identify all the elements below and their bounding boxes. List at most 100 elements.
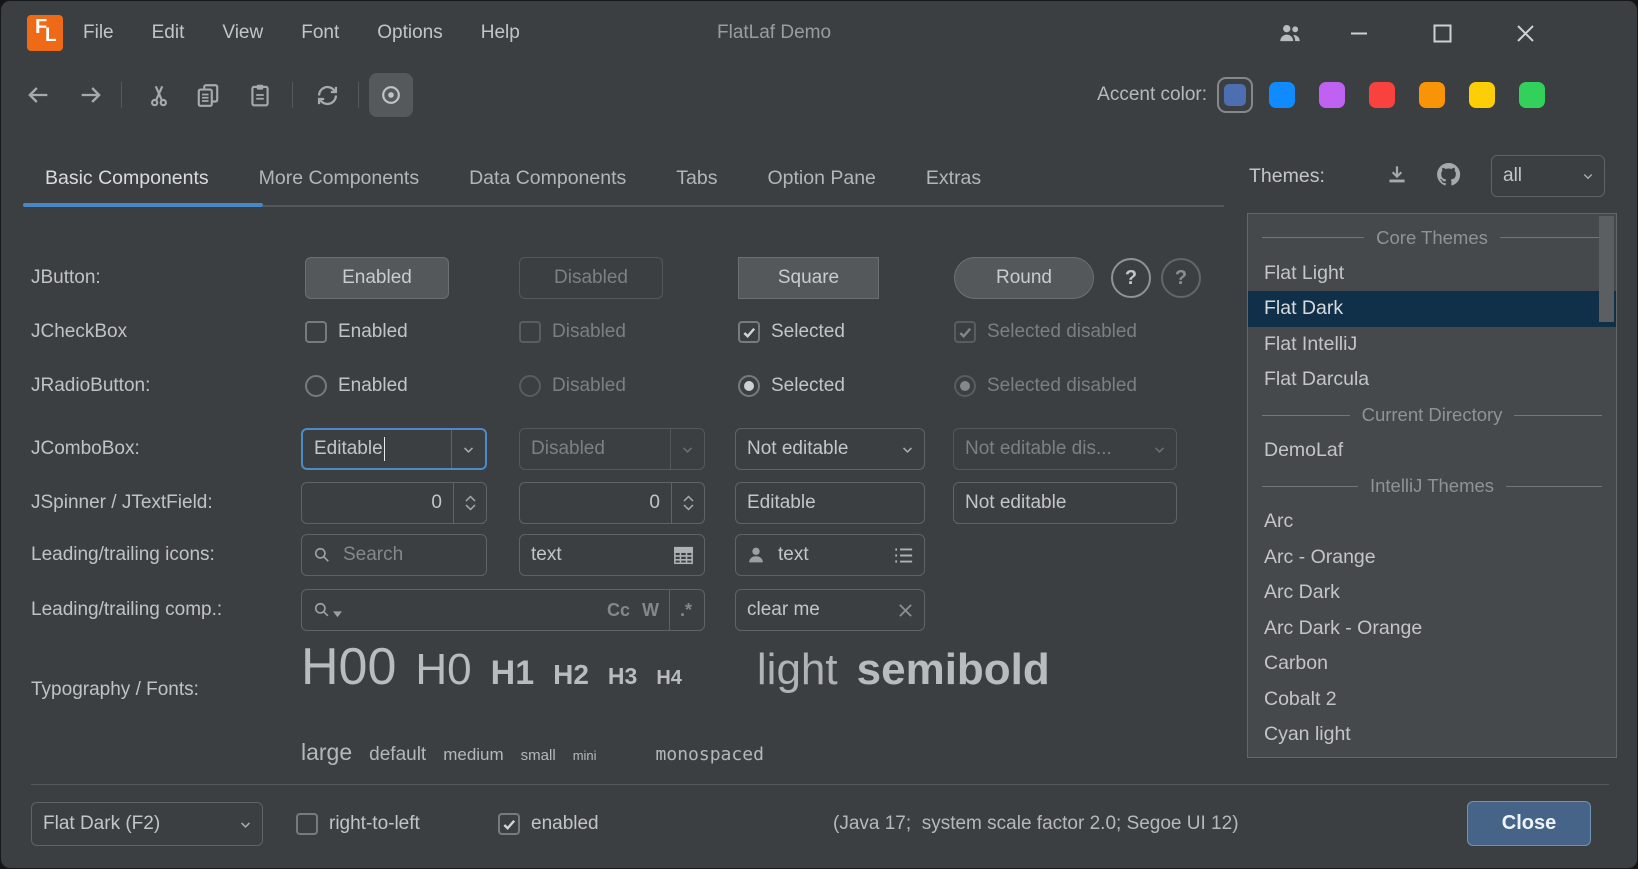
maximize-button[interactable] <box>1427 15 1457 51</box>
radio-enabled[interactable]: Enabled <box>305 365 408 407</box>
accent-swatch-red[interactable] <box>1369 82 1395 108</box>
paste-icon <box>247 82 273 108</box>
minimize-button[interactable] <box>1344 15 1374 51</box>
menu-file[interactable]: File <box>83 22 114 44</box>
search-dropdown-icon[interactable] <box>302 600 342 620</box>
theme-item-cobalt-2[interactable]: Cobalt 2 <box>1248 682 1616 718</box>
paste-button[interactable] <box>245 81 275 109</box>
clearable-text-value: clear me <box>736 599 898 621</box>
theme-item-flat-darcula[interactable]: Flat Darcula <box>1248 362 1616 398</box>
round-button[interactable]: Round <box>954 257 1094 299</box>
system-info-text: (Java 17; system scale factor 2.0; Segoe… <box>833 803 1239 845</box>
refresh-button[interactable] <box>312 81 342 109</box>
clearable-text-field[interactable]: clear me <box>735 589 925 631</box>
rtl-checkbox[interactable]: right-to-left <box>296 803 420 845</box>
spinner-buttons[interactable] <box>672 493 704 513</box>
spinner-buttons[interactable] <box>454 493 486 513</box>
close-button[interactable]: Close <box>1467 801 1591 846</box>
checkbox-enabled[interactable]: Enabled <box>305 311 408 353</box>
text-field-user-list[interactable]: text <box>735 534 925 576</box>
user-icon <box>736 544 767 566</box>
download-icon <box>1384 162 1410 188</box>
radio-label: Selected disabled <box>987 375 1137 397</box>
github-button[interactable] <box>1433 159 1463 189</box>
search-field-with-buttons[interactable]: Cc W .* <box>301 589 705 631</box>
theme-item-arc-dark-orange[interactable]: Arc Dark - Orange <box>1248 611 1616 647</box>
typography-h1: H1 <box>491 654 534 693</box>
radio-label: Enabled <box>338 375 408 397</box>
forward-button[interactable] <box>76 81 106 109</box>
checkbox-icon <box>305 321 327 343</box>
accent-swatch-orange[interactable] <box>1419 82 1445 108</box>
tab-tabs[interactable]: Tabs <box>676 167 717 190</box>
typography-h4: H4 <box>656 667 682 690</box>
enabled-button[interactable]: Enabled <box>305 257 449 299</box>
textfield-editable[interactable]: Editable <box>735 482 925 524</box>
accent-swatch-blue[interactable] <box>1269 82 1295 108</box>
jcombobox-row-label: JComboBox: <box>31 428 140 470</box>
combobox-not-editable-disabled: Not editable dis... <box>953 428 1177 470</box>
theme-item-flat-light[interactable]: Flat Light <box>1248 256 1616 292</box>
jradiobutton-row-label: JRadioButton: <box>31 365 150 407</box>
accent-swatch-default[interactable] <box>1217 77 1253 113</box>
spinner-1[interactable]: 0 <box>301 482 487 524</box>
list-icon[interactable] <box>893 546 924 565</box>
radio-selected[interactable]: Selected <box>738 365 845 407</box>
help-button[interactable]: ? <box>1111 258 1151 298</box>
jbutton-row-label: JButton: <box>31 257 101 299</box>
theme-item-arc-dark[interactable]: Arc Dark <box>1248 575 1616 611</box>
theme-item-arc[interactable]: Arc <box>1248 504 1616 540</box>
download-theme-button[interactable] <box>1383 161 1411 189</box>
clear-icon[interactable] <box>898 603 924 618</box>
users-icon[interactable] <box>1275 15 1305 51</box>
checkbox-selected[interactable]: Selected <box>738 311 845 353</box>
theme-item-arc-orange[interactable]: Arc - Orange <box>1248 540 1616 576</box>
table-icon[interactable] <box>673 546 704 565</box>
accent-swatch-yellow[interactable] <box>1469 82 1495 108</box>
help-button-disabled: ? <box>1161 258 1201 298</box>
menu-font[interactable]: Font <box>301 22 339 44</box>
theme-item-flat-dark[interactable]: Flat Dark <box>1248 291 1616 327</box>
laf-combobox[interactable]: Flat Dark (F2) <box>31 802 263 846</box>
typography-large: large <box>301 739 352 766</box>
back-button[interactable] <box>23 81 53 109</box>
accent-swatch-green[interactable] <box>1519 82 1545 108</box>
menu-help[interactable]: Help <box>481 22 520 44</box>
square-button[interactable]: Square <box>738 257 879 299</box>
tab-data-components[interactable]: Data Components <box>469 167 626 190</box>
theme-item-demolaf[interactable]: DemoLaf <box>1248 433 1616 469</box>
menu-options[interactable]: Options <box>377 22 442 44</box>
spinner-2[interactable]: 0 <box>519 482 705 524</box>
theme-item-dark-flat[interactable]: Dark Flat <box>1248 753 1616 759</box>
accent-swatch-purple[interactable] <box>1319 82 1345 108</box>
combobox-editable[interactable]: Editable <box>301 428 487 470</box>
close-window-button[interactable] <box>1510 15 1540 51</box>
whole-word-button[interactable]: W <box>642 600 659 621</box>
scrollbar-thumb[interactable] <box>1599 216 1614 322</box>
cut-button[interactable] <box>144 81 174 109</box>
combobox-not-editable[interactable]: Not editable <box>735 428 925 470</box>
spinner-value: 0 <box>302 492 453 514</box>
search-field[interactable]: Search <box>301 534 487 576</box>
theme-item-flat-intellij[interactable]: Flat IntelliJ <box>1248 327 1616 363</box>
tab-more-components[interactable]: More Components <box>259 167 419 190</box>
back-arrow-icon <box>24 81 52 109</box>
theme-item-cyan-light[interactable]: Cyan light <box>1248 717 1616 753</box>
menu-view[interactable]: View <box>222 22 263 44</box>
text-field-table-icon[interactable]: text <box>519 534 705 576</box>
tab-option-pane[interactable]: Option Pane <box>767 167 875 190</box>
theme-item-carbon[interactable]: Carbon <box>1248 646 1616 682</box>
selected-tab-underline <box>23 203 263 207</box>
copy-button[interactable] <box>193 81 223 109</box>
menubar: File Edit View Font Options Help <box>83 1 520 65</box>
chevron-down-icon[interactable] <box>452 430 485 468</box>
menu-edit[interactable]: Edit <box>152 22 185 44</box>
regex-button[interactable]: .* <box>680 600 692 621</box>
tab-extras[interactable]: Extras <box>926 167 981 190</box>
theme-filter-combobox[interactable]: all <box>1491 155 1605 197</box>
match-case-button[interactable]: Cc <box>607 600 630 621</box>
tab-basic-components[interactable]: Basic Components <box>45 167 209 190</box>
eye-toggle-button[interactable] <box>369 73 413 117</box>
enabled-checkbox[interactable]: enabled <box>498 803 599 845</box>
chevron-down-icon <box>681 503 696 513</box>
